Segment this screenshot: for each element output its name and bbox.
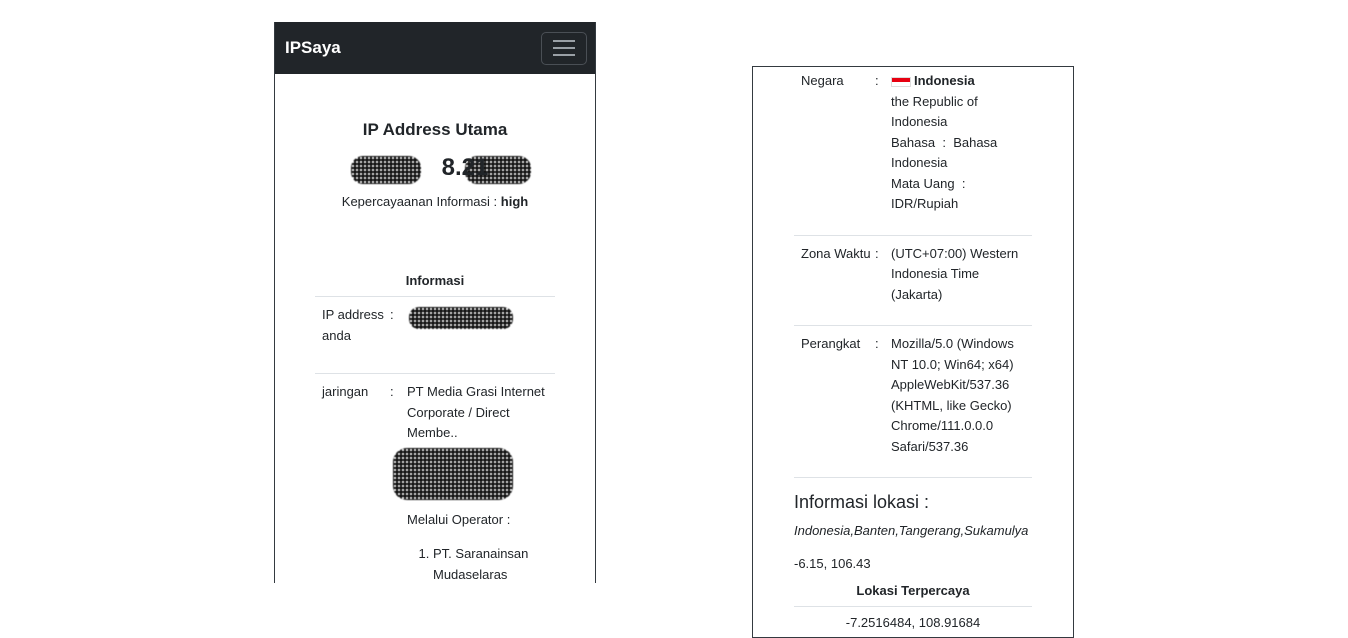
operator-list: PT. Saranainsan Mudaselaras bbox=[407, 544, 548, 583]
brand-logo[interactable]: IPSaya bbox=[285, 38, 341, 58]
row-label: jaringan bbox=[322, 384, 369, 399]
info-heading: Informasi bbox=[405, 273, 465, 288]
trust-level: Kepercayaanan Informasi : high bbox=[341, 194, 529, 209]
timezone-value: (UTC+07:00) Western Indonesia Time (Jaka… bbox=[891, 245, 1019, 302]
table-row: Perangkat : Mozilla/5.0 (Windows NT 10.0… bbox=[794, 326, 1032, 478]
official-name: the Republic of Indonesia bbox=[891, 93, 978, 130]
redaction-scribble bbox=[409, 307, 513, 329]
table-row: Negara : Indonesia the Republic of Indon… bbox=[794, 67, 1032, 236]
device-value: Mozilla/5.0 (Windows NT 10.0; Win64; x64… bbox=[891, 336, 1014, 454]
info-table: IP address anda : jaringan : PT Media Gr… bbox=[315, 296, 555, 583]
main-ip-section: IP Address Utama 8.21 Kepercayaanan Info… bbox=[275, 74, 595, 209]
redacted-block bbox=[393, 444, 548, 504]
redaction-scribble bbox=[393, 447, 513, 500]
hamburger-icon[interactable] bbox=[541, 31, 587, 65]
network-value: PT Media Grasi Internet Corporate / Dire… bbox=[407, 384, 545, 440]
ip-address-value bbox=[407, 305, 548, 365]
mobile-view-left: IPSaya IP Address Utama 8.21 Kepercayaan… bbox=[274, 22, 596, 583]
location-path: Indonesia,Banten,Tangerang,Sukamulya bbox=[794, 523, 1029, 538]
list-item: PT. Saranainsan Mudaselaras bbox=[433, 544, 548, 583]
currency: Mata Uang : IDR/Rupiah bbox=[891, 175, 966, 212]
trusted-location-heading: Lokasi Terpercaya bbox=[794, 583, 1032, 607]
operator-label: Melalui Operator : bbox=[407, 511, 511, 527]
trusted-location-coordinates: -7.2516484, 108.91684 bbox=[845, 615, 981, 630]
location-coordinates: -6.15, 106.43 bbox=[794, 556, 871, 571]
country-name: Indonesia bbox=[914, 73, 975, 88]
row-label: IP address anda bbox=[322, 307, 384, 343]
trust-value: high bbox=[500, 194, 529, 209]
indonesia-flag-icon bbox=[891, 76, 911, 87]
navbar: IPSaya bbox=[275, 22, 595, 74]
page-title: IP Address Utama bbox=[362, 120, 508, 139]
table-row: Zona Waktu : (UTC+07:00) Western Indones… bbox=[794, 236, 1032, 326]
main-ip-value: 8.21 bbox=[275, 154, 595, 190]
table-row: jaringan : PT Media Grasi Internet Corpo… bbox=[315, 374, 555, 583]
mobile-view-right: Negara : Indonesia the Republic of Indon… bbox=[752, 66, 1074, 638]
row-label: Zona Waktu bbox=[801, 245, 871, 261]
row-label: Negara bbox=[801, 73, 844, 88]
country-value: Indonesia the Republic of Indonesia Baha… bbox=[891, 71, 1025, 215]
row-label: Perangkat bbox=[801, 336, 861, 351]
details-table: Negara : Indonesia the Republic of Indon… bbox=[794, 67, 1032, 478]
language: Bahasa : Bahasa Indonesia bbox=[891, 134, 998, 171]
table-row: IP address anda : bbox=[315, 297, 555, 374]
location-title: Informasi lokasi : bbox=[794, 492, 930, 512]
